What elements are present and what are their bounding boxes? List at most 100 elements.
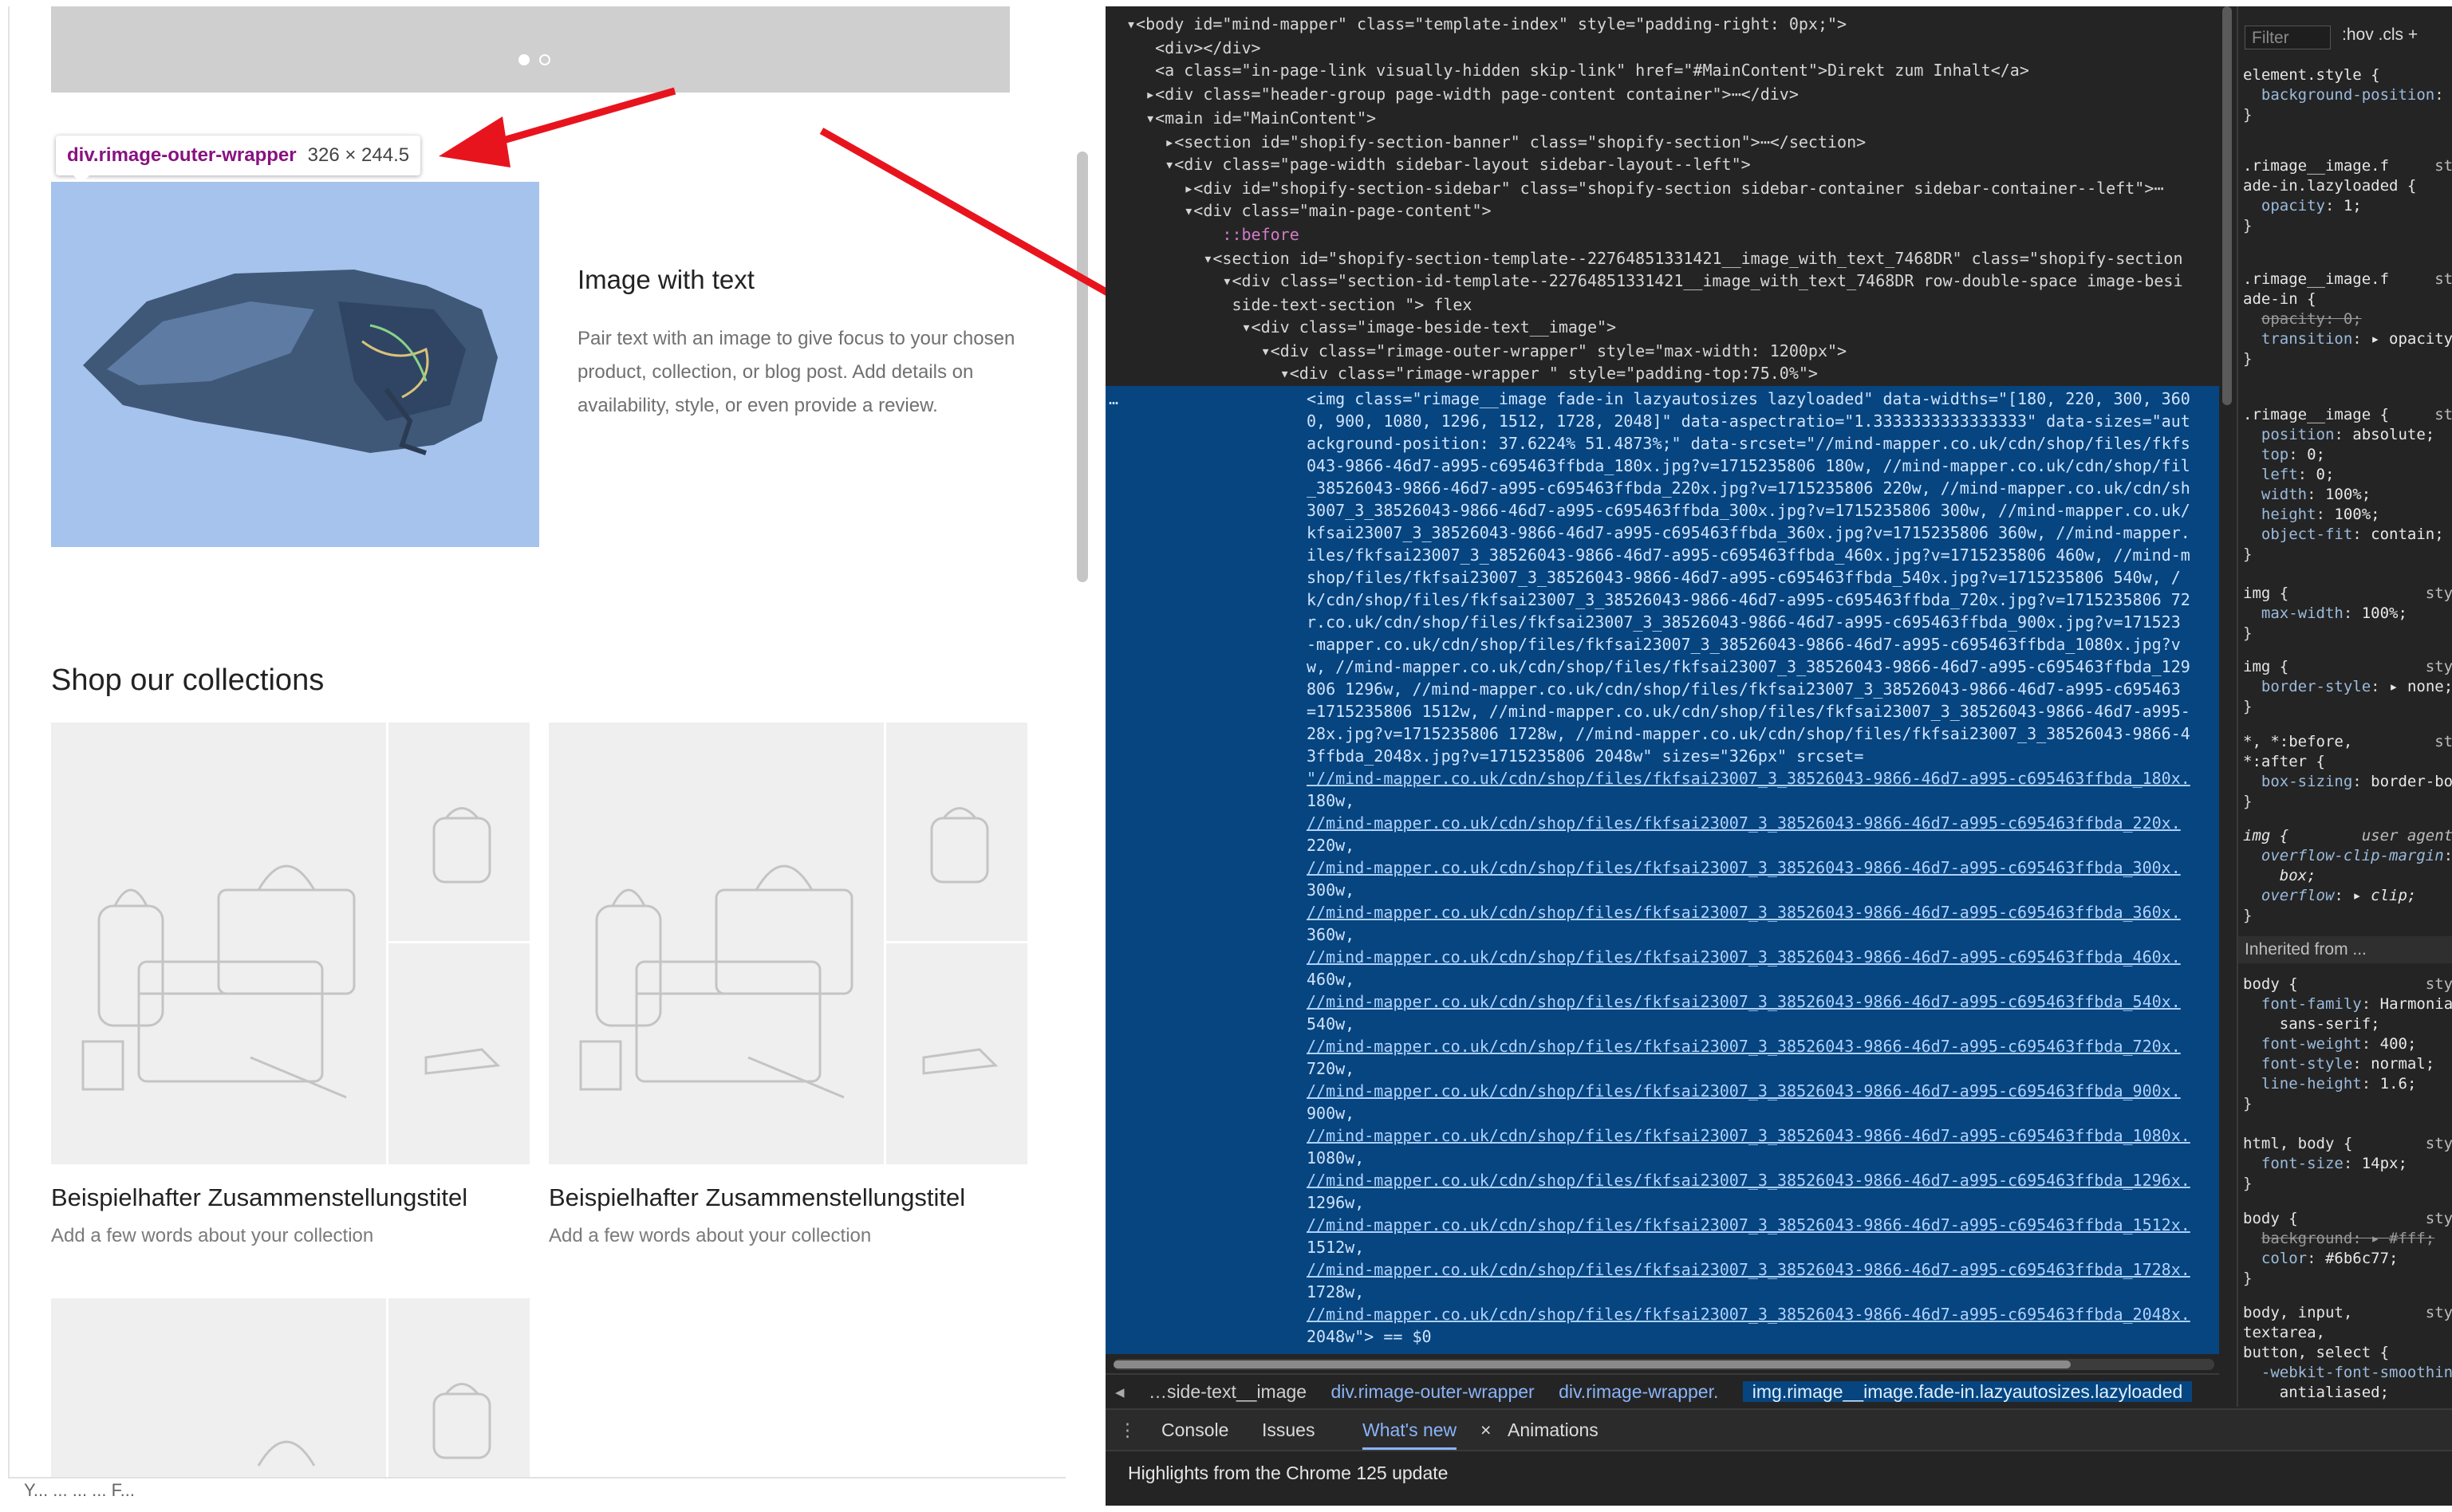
srcset-url-link[interactable]: //mind-mapper.co.uk/cdn/shop/files/fkfsa… — [1307, 1169, 2216, 1191]
styles-filter-input[interactable]: Filter — [2245, 26, 2331, 49]
image-with-text-title: Image with text — [578, 265, 755, 294]
srcset-url-link[interactable]: //mind-mapper.co.uk/cdn/shop/files/fkfsa… — [1307, 1035, 2216, 1057]
headlight-icon — [83, 270, 498, 455]
srcset-url-link[interactable]: //mind-mapper.co.uk/cdn/shop/files/fkfsa… — [1307, 1303, 2216, 1325]
srcset-url-link[interactable]: //mind-mapper.co.uk/cdn/shop/files/fkfsa… — [1307, 1080, 2216, 1102]
srcset-width: 460w, — [1307, 970, 1355, 989]
dom-node[interactable]: <a class="in-page-link visually-hidden s… — [1126, 59, 2029, 81]
scrollbar-thumb[interactable] — [1114, 1360, 2071, 1368]
selected-node-source-line: k/cdn/shop/files/fkfsai23007_3_38526043-… — [1307, 590, 2190, 609]
selected-node-source-line: 28x.jpg?v=1715235806 1728w, //mind-mappe… — [1307, 724, 2190, 743]
srcset-url-link[interactable]: "//mind-mapper.co.uk/cdn/shop/files/fkfs… — [1307, 767, 2216, 789]
srcset-width: 720w, — [1307, 1059, 1355, 1078]
bags-placeholder-icon — [579, 807, 999, 1099]
dom-node[interactable]: side-text-section "> flex — [1126, 293, 1472, 316]
dom-node[interactable]: ▸<section id="shopify-section-banner" cl… — [1126, 131, 1866, 153]
dom-node[interactable]: ▾<main id="MainContent"> — [1126, 107, 1376, 129]
breadcrumb-item[interactable]: div.rimage-wrapper. — [1559, 1381, 1718, 1402]
devtools-panel: ▾<body id="mind-mapper" class="template-… — [1106, 6, 2452, 1506]
styles-toolbar[interactable]: :hov .cls + — [2342, 26, 2418, 45]
srcset-width: 180w, — [1307, 791, 1355, 810]
breadcrumb-item[interactable]: …side-text__image — [1149, 1381, 1307, 1402]
dom-breadcrumbs: ◂ …side-text__image div.rimage-outer-wra… — [1106, 1373, 2219, 1408]
selected-node-source-line: w, //mind-mapper.co.uk/cdn/shop/files/fk… — [1307, 657, 2190, 676]
selected-node-source-line: 3007_3_38526043-9866-46d7-a995-c695463ff… — [1307, 501, 2190, 520]
placeholder-divider — [386, 723, 388, 1164]
tab-issues[interactable]: Issues — [1262, 1419, 1315, 1441]
bags-placeholder-icon — [97, 1383, 491, 1506]
srcset-url-link[interactable]: //mind-mapper.co.uk/cdn/shop/files/fkfsa… — [1307, 1258, 2216, 1281]
collection-description: Add a few words about your collection — [51, 1225, 374, 1246]
srcset-width: 1080w, — [1307, 1148, 1365, 1167]
close-tab-icon[interactable]: × — [1480, 1419, 1491, 1441]
selected-node-source-line: =1715235806 1512w, //mind-mapper.co.uk/c… — [1307, 702, 2190, 721]
selected-node-source-line: shop/files/fkfsai23007_3_38526043-9866-4… — [1307, 568, 2181, 587]
selected-node-source-line: <img class="rimage__image fade-in lazyau… — [1307, 389, 2190, 408]
whats-new-text: Highlights from the Chrome 125 update — [1128, 1463, 1449, 1483]
collection-title[interactable]: Beispielhafter Zusammenstellungstitel — [549, 1183, 965, 1212]
page-footer-bar: Y... ... ... ... F... — [8, 1477, 1066, 1507]
srcset-width: 300w, — [1307, 880, 1355, 900]
srcset-width: 1728w, — [1307, 1282, 1365, 1301]
style-rule: .rimage__image.f styles ade-in.lazyloade… — [2243, 157, 2452, 234]
srcset-url-link[interactable]: //mind-mapper.co.uk/cdn/shop/files/fkfsa… — [1307, 901, 2216, 923]
srcset-width: 2048w"> == $0 — [1307, 1327, 1432, 1346]
selected-node-source-line: 043-9866-46d7-a995-c695463ffbda_180x.jpg… — [1307, 456, 2190, 475]
tab-whats-new[interactable]: What's new — [1362, 1419, 1457, 1450]
collection-placeholder-image — [51, 723, 530, 1164]
elements-scrollbar[interactable] — [2222, 6, 2232, 405]
selected-node-source: <img class="rimage__image fade-in lazyau… — [1307, 388, 2216, 1348]
srcset-url-link[interactable]: //mind-mapper.co.uk/cdn/shop/files/fkfsa… — [1307, 946, 2216, 968]
dom-node[interactable]: ▾<div class="main-page-content"> — [1126, 199, 1491, 222]
tab-animations[interactable]: Animations — [1508, 1419, 1599, 1441]
style-rule: .rimage__image { styles position: absolu… — [2243, 406, 2452, 563]
headlight-product-image — [51, 182, 539, 547]
dom-node[interactable]: ▾<div class="section-id-template--227648… — [1126, 270, 2182, 292]
dom-node[interactable]: ▸<div id="shopify-section-sidebar" class… — [1126, 177, 2163, 199]
breadcrumb-back-icon[interactable]: ◂ — [1115, 1381, 1125, 1402]
dom-node[interactable]: ▾<div class="page-width sidebar-layout s… — [1126, 153, 1751, 175]
node-options-icon[interactable]: … — [1109, 388, 1118, 410]
pseudo-element-node[interactable]: ::before — [1126, 223, 1299, 246]
style-rule: *, *:before, styles *:after { box-sizing… — [2243, 733, 2452, 810]
screenshot-frame: div.rimage-outer-wrapper 326 × 244.5 Ima… — [0, 0, 2452, 1512]
elements-tree: ▾<body id="mind-mapper" class="template-… — [1106, 6, 2219, 1354]
drawer-tabs: ⋮ Console Issues What's new × Animations — [1106, 1408, 2452, 1451]
dom-node[interactable]: ▸<div class="header-group page-width pag… — [1126, 83, 1799, 105]
dom-node[interactable]: <div></div> — [1126, 37, 1260, 59]
srcset-width: 220w, — [1307, 836, 1355, 855]
selected-node-source-line: -mapper.co.uk/cdn/shop/files/fkfsai23007… — [1307, 635, 2181, 654]
style-rule: body { styles font-family: Harmonia sans… — [2243, 975, 2452, 1112]
selected-node-source-line: 806 1296w, //mind-mapper.co.uk/cdn/shop/… — [1307, 679, 2181, 699]
placeholder-divider — [386, 941, 530, 943]
collection-title[interactable]: Beispielhafter Zusammenstellungstitel — [51, 1183, 467, 1212]
placeholder-divider — [884, 723, 886, 1164]
elements-horizontal-scrollbar[interactable] — [1114, 1359, 2214, 1370]
slide-dot-active[interactable] — [518, 54, 530, 65]
dom-node[interactable]: ▾<div class="rimage-wrapper " style="pad… — [1126, 362, 1818, 384]
page-scrollbar[interactable] — [1077, 152, 1088, 582]
bags-placeholder-icon — [81, 807, 501, 1099]
breadcrumb-item[interactable]: div.rimage-outer-wrapper — [1330, 1381, 1534, 1402]
dom-node[interactable]: ▾<section id="shopify-section-template--… — [1126, 247, 2182, 270]
breadcrumb-item-active[interactable]: img.rimage__image.fade-in.lazyautosizes.… — [1742, 1381, 2193, 1402]
srcset-width: 360w, — [1307, 925, 1355, 944]
dom-node[interactable]: ▾<div class="rimage-outer-wrapper" style… — [1126, 340, 1847, 362]
style-rule: html, body { styles font-size: 14px; } — [2243, 1135, 2452, 1192]
selected-node-source-line: iles/fkfsai23007_3_38526043-9866-46d7-a9… — [1307, 545, 2190, 565]
style-rule: element.style { background-position: 37.… — [2243, 66, 2452, 124]
srcset-url-link[interactable]: //mind-mapper.co.uk/cdn/shop/files/fkfsa… — [1307, 1214, 2216, 1236]
srcset-url-link[interactable]: //mind-mapper.co.uk/cdn/shop/files/fkfsa… — [1307, 990, 2216, 1013]
style-rule: img { styles border-style: ▸ none; } — [2243, 658, 2452, 715]
srcset-url-link[interactable]: //mind-mapper.co.uk/cdn/shop/files/fkfsa… — [1307, 812, 2216, 834]
srcset-url-link[interactable]: //mind-mapper.co.uk/cdn/shop/files/fkfsa… — [1307, 856, 2216, 879]
srcset-url-link[interactable]: //mind-mapper.co.uk/cdn/shop/files/fkfsa… — [1307, 1124, 2216, 1147]
slide-dot[interactable] — [539, 54, 550, 65]
tab-console[interactable]: Console — [1161, 1419, 1228, 1441]
selected-node-source-line: r.co.uk/cdn/shop/files/fkfsai23007_3_385… — [1307, 612, 2181, 632]
srcset-width: 1512w, — [1307, 1238, 1365, 1257]
drawer-menu-icon[interactable]: ⋮ — [1118, 1419, 1137, 1441]
dom-node[interactable]: ▾<div class="image-beside-text__image"> — [1126, 316, 1616, 338]
dom-node[interactable]: ▾<body id="mind-mapper" class="template-… — [1126, 13, 1847, 35]
selected-node-source-line: kfsai23007_3_38526043-9866-46d7-a995-c69… — [1307, 523, 2190, 542]
